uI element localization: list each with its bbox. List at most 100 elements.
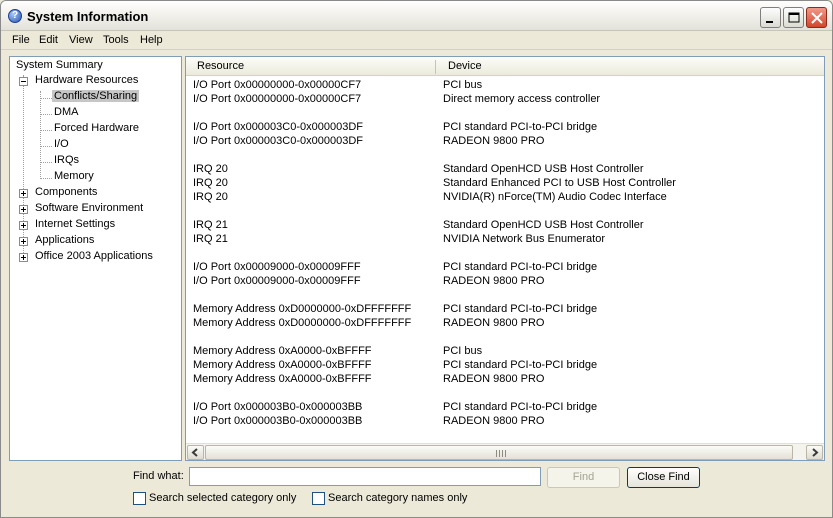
menu-help[interactable]: Help: [137, 33, 166, 47]
table-row[interactable]: Memory Address 0xD0000000-0xDFFFFFFF RADE…: [186, 316, 824, 330]
table-row[interactable]: I/O Port 0x00000000-0x00000CF7 PCI bus: [186, 78, 824, 92]
tree-item-components[interactable]: Components: [35, 185, 97, 200]
expand-icon[interactable]: [19, 189, 28, 198]
collapse-icon[interactable]: [19, 77, 28, 86]
tree-item-forced-hardware[interactable]: Forced Hardware: [54, 121, 139, 136]
details-list[interactable]: Resource Device I/O Port 0x00000000-0x00…: [185, 56, 825, 461]
table-row: [186, 148, 824, 162]
tree-item-label: Office 2003 Applications: [35, 250, 153, 262]
search-category-names-checkbox-row[interactable]: Search category names only: [312, 492, 472, 506]
table-row[interactable]: IRQ 20 Standard OpenHCD USB Host Controll…: [186, 162, 824, 176]
search-selected-category-checkbox[interactable]: [133, 492, 146, 505]
tree-item-label: Conflicts/Sharing: [52, 90, 140, 102]
tree-connector: [40, 91, 41, 179]
column-header-device[interactable]: Device: [448, 60, 482, 72]
tree-item-hardware-resources[interactable]: Hardware Resources: [35, 73, 138, 88]
tree-item-label: Hardware Resources: [35, 74, 139, 86]
search-category-names-label: Search category names only: [328, 492, 468, 504]
grip-line: [505, 450, 506, 457]
table-row[interactable]: I/O Port 0x000003C0-0x000003DF RADEON 980…: [186, 134, 824, 148]
scroll-right-button[interactable]: [806, 445, 823, 460]
tree-item-label: Software Environment: [35, 202, 144, 214]
table-row[interactable]: I/O Port 0x00000000-0x00000CF7 Direct mem…: [186, 92, 824, 106]
tree-connector: [41, 178, 52, 179]
table-row[interactable]: I/O Port 0x000003C0-0x000003DF PCI standa…: [186, 120, 824, 134]
table-row[interactable]: I/O Port 0x00009000-0x00009FFF PCI standa…: [186, 260, 824, 274]
device-cell: RADEON 9800 PRO: [443, 135, 545, 147]
device-cell: RADEON 9800 PRO: [443, 275, 545, 287]
tree-connector: [23, 75, 24, 259]
device-cell: RADEON 9800 PRO: [443, 317, 545, 329]
tree-item-label: Applications: [35, 234, 95, 246]
horizontal-scrollbar[interactable]: [186, 443, 824, 460]
menu-file[interactable]: File: [9, 33, 33, 47]
resource-cell: I/O Port 0x000003C0-0x000003DF: [193, 135, 363, 147]
device-cell: PCI standard PCI-to-PCI bridge: [443, 121, 598, 133]
resource-cell: I/O Port 0x00000000-0x00000CF7: [193, 79, 362, 91]
resource-cell: I/O Port 0x00009000-0x00009FFF: [193, 275, 361, 287]
scroll-left-button[interactable]: [187, 445, 204, 460]
list-header: Resource Device: [186, 57, 824, 76]
column-resize-handle[interactable]: [435, 60, 436, 74]
help-question-icon: ?: [8, 9, 22, 23]
table-row: [186, 330, 824, 344]
expand-icon[interactable]: [19, 205, 28, 214]
find-what-label: Find what:: [133, 470, 184, 482]
tree-item-memory[interactable]: Memory: [54, 169, 94, 184]
expand-icon[interactable]: [19, 253, 28, 262]
menu-view[interactable]: View: [66, 33, 96, 47]
tree-item-label: Forced Hardware: [54, 122, 139, 134]
device-cell: Standard Enhanced PCI to USB Host Contro…: [443, 177, 676, 189]
tree-item-applications[interactable]: Applications: [35, 233, 94, 248]
title-bar[interactable]: ? System Information: [1, 1, 832, 31]
grip-line: [502, 450, 503, 457]
resource-cell: Memory Address 0xA0000-0xBFFFF: [193, 345, 372, 357]
table-row[interactable]: IRQ 20 NVIDIA(R) nForce(TM) Audio Codec I…: [186, 190, 824, 204]
menu-bar: File Edit View Tools Help: [1, 31, 832, 50]
device-cell: PCI standard PCI-to-PCI bridge: [443, 261, 598, 273]
tree-connector: [41, 98, 52, 99]
device-cell: Direct memory access controller: [443, 93, 601, 105]
table-row[interactable]: IRQ 21 NVIDIA Network Bus Enumerator: [186, 232, 824, 246]
resource-cell: IRQ 20: [193, 163, 228, 175]
tree-item-irqs[interactable]: IRQs: [54, 153, 79, 168]
search-selected-category-checkbox-row[interactable]: Search selected category only: [133, 492, 303, 506]
column-header-resource[interactable]: Resource: [197, 60, 244, 72]
table-row[interactable]: I/O Port 0x000003B0-0x000003BB PCI standa…: [186, 400, 824, 414]
table-row[interactable]: I/O Port 0x00009000-0x00009FFF RADEON 980…: [186, 274, 824, 288]
tree-item-label: I/O: [54, 138, 69, 150]
category-tree[interactable]: System Summary Hardware Resources Confli…: [9, 56, 182, 461]
table-row[interactable]: Memory Address 0xD0000000-0xDFFFFFFF PCI …: [186, 302, 824, 316]
close-button[interactable]: [806, 7, 827, 28]
tree-item-office-2003-applications[interactable]: Office 2003 Applications: [35, 249, 153, 264]
expand-icon[interactable]: [19, 237, 28, 246]
search-category-names-checkbox[interactable]: [312, 492, 325, 505]
resource-cell: I/O Port 0x000003C0-0x000003DF: [193, 121, 363, 133]
device-cell: PCI bus: [443, 79, 483, 91]
table-row[interactable]: I/O Port 0x000003B0-0x000003BB RADEON 980…: [186, 414, 824, 428]
scroll-thumb[interactable]: [205, 445, 793, 460]
table-row[interactable]: IRQ 21 Standard OpenHCD USB Host Controll…: [186, 218, 824, 232]
table-row[interactable]: Memory Address 0xA0000-0xBFFFF PCI bus: [186, 344, 824, 358]
resource-cell: Memory Address 0xA0000-0xBFFFF: [193, 359, 372, 371]
tree-item-io[interactable]: I/O: [54, 137, 69, 152]
tree-item-dma[interactable]: DMA: [54, 105, 78, 120]
find-button[interactable]: Find: [547, 467, 620, 488]
table-row[interactable]: Memory Address 0xA0000-0xBFFFF RADEON 980…: [186, 372, 824, 386]
maximize-button[interactable]: [783, 7, 804, 28]
table-row[interactable]: Memory Address 0xA0000-0xBFFFF PCI standa…: [186, 358, 824, 372]
tree-item-internet-settings[interactable]: Internet Settings: [35, 217, 115, 232]
menu-edit[interactable]: Edit: [36, 33, 61, 47]
tree-item-conflicts-sharing[interactable]: Conflicts/Sharing: [52, 89, 140, 104]
menu-tools[interactable]: Tools: [100, 33, 132, 47]
tree-item-software-environment[interactable]: Software Environment: [35, 201, 143, 216]
find-what-input[interactable]: [189, 467, 541, 486]
table-row[interactable]: IRQ 20 Standard Enhanced PCI to USB Host …: [186, 176, 824, 190]
close-find-button[interactable]: Close Find: [627, 467, 700, 488]
tree-item-label: Memory: [54, 170, 94, 182]
expand-icon[interactable]: [19, 221, 28, 230]
tree-item-system-summary[interactable]: System Summary: [16, 58, 103, 73]
minimize-button[interactable]: [760, 7, 781, 28]
device-cell: PCI standard PCI-to-PCI bridge: [443, 359, 598, 371]
system-information-window: ? System Information File Edit View Tool…: [0, 0, 833, 518]
